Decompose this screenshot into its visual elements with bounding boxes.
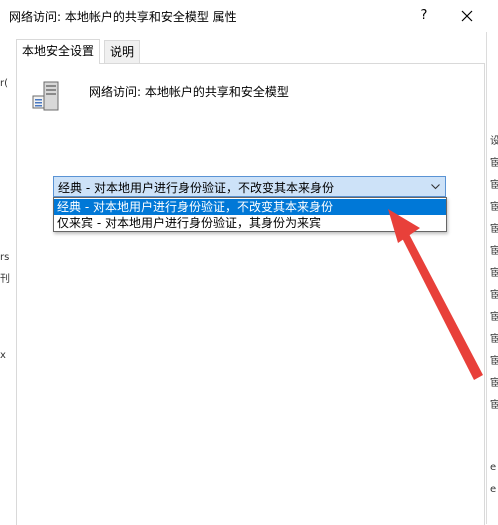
background-text-fragment: 宦 <box>490 158 498 169</box>
background-text-fragment: 宦 <box>490 400 498 411</box>
background-text-fragment: 宦 <box>490 268 498 279</box>
server-icon <box>32 81 59 111</box>
tab-panel: 网络访问: 本地帐户的共享和安全模型 经典 - 对本地用户进行身份验证，不改变其… <box>16 63 485 525</box>
background-text-fragment: 宦 <box>490 378 498 389</box>
option-guest-only[interactable]: 仅来宾 - 对本地用户进行身份验证，其身份为来宾 <box>54 215 446 231</box>
background-text-fragment: 宦 <box>490 356 498 367</box>
background-text-fragment: 宦 <box>490 202 498 213</box>
background-window-left-edge: r( rs 刊 x <box>0 32 10 524</box>
background-text-fragment: x <box>0 350 6 361</box>
window-title: 网络访问: 本地帐户的共享和安全模型 属性 <box>9 10 237 24</box>
select-dropdown-list: 经典 - 对本地用户进行身份验证，不改变其本来身份 仅来宾 - 对本地用户进行身… <box>53 197 447 232</box>
security-model-select[interactable]: 经典 - 对本地用户进行身份验证，不改变其本来身份 <box>53 176 446 197</box>
close-icon <box>461 10 473 22</box>
background-text-fragment: 刊 <box>0 274 10 285</box>
option-classic[interactable]: 经典 - 对本地用户进行身份验证，不改变其本来身份 <box>54 199 446 215</box>
background-text-fragment: e <box>490 462 497 473</box>
background-text-fragment: e <box>490 484 497 495</box>
background-text-fragment: 宦 <box>490 180 498 191</box>
tab-local-security-setting[interactable]: 本地安全设置 <box>16 39 101 64</box>
background-text-fragment: rs <box>0 252 10 263</box>
tab-explain[interactable]: 说明 <box>104 40 141 64</box>
background-text-fragment: 宦 <box>490 246 498 257</box>
background-text-fragment: 宦 <box>490 312 498 323</box>
background-text-fragment: r( <box>0 78 9 89</box>
chevron-down-icon <box>431 184 440 190</box>
background-text-fragment: 宦 <box>490 290 498 301</box>
close-button[interactable] <box>452 4 482 28</box>
title-bar[interactable]: 网络访问: 本地帐户的共享和安全模型 属性 ? <box>0 0 498 32</box>
background-window-right-edge: 设 宦 宦 宦 宦 宦 宦 宦 宦 宦 宦 宦 宦 e e <box>486 32 498 524</box>
background-text-fragment: 设 <box>490 136 498 147</box>
select-value: 经典 - 对本地用户进行身份验证，不改变其本来身份 <box>58 181 334 195</box>
policy-name: 网络访问: 本地帐户的共享和安全模型 <box>89 85 289 99</box>
help-button[interactable]: ? <box>410 4 438 28</box>
background-text-fragment: 宦 <box>490 224 498 235</box>
background-text-fragment: 宦 <box>490 334 498 345</box>
